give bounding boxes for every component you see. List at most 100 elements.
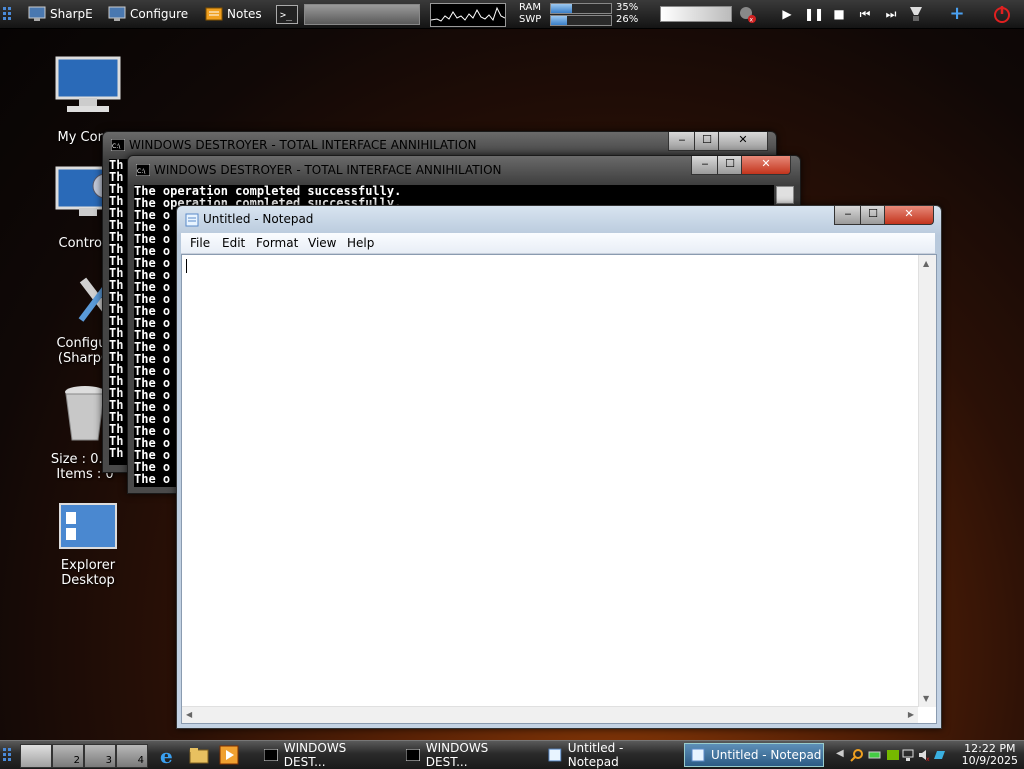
swp-meter: [550, 15, 612, 26]
notepad-window[interactable]: Untitled - Notepad ‒ ☐ ✕ File Edit Forma…: [176, 205, 942, 729]
notepad-app-icon: [691, 748, 705, 762]
console-app-icon: [264, 749, 278, 761]
scroll-down-arrow-icon[interactable]: ▼: [923, 694, 929, 703]
close-button[interactable]: ✕: [741, 156, 791, 175]
menu-help[interactable]: Help: [347, 236, 374, 250]
play-icon: ▶: [782, 7, 792, 21]
start-menu-button[interactable]: [2, 747, 14, 766]
notes-button[interactable]: Notes: [205, 4, 262, 24]
next-button[interactable]: ⏭: [882, 6, 900, 22]
ie-icon: e: [160, 744, 173, 768]
workspace-number: 4: [137, 755, 144, 766]
magnifier-icon[interactable]: [850, 748, 864, 762]
desktop-icon-label: Explorer Desktop: [60, 558, 116, 588]
task-notepad-1[interactable]: Untitled - Notepad: [542, 741, 676, 769]
volume-muted-icon: x: [740, 7, 756, 24]
scroll-right-arrow-icon[interactable]: ▶: [908, 710, 914, 719]
run-command-field[interactable]: [304, 4, 420, 25]
scroll-left-arrow-icon[interactable]: ◀: [186, 710, 192, 719]
console-output: Th Th Th Th Th Th Th Th Th Th Th Th Th Th Th Th Th Th Th Th…: [109, 159, 129, 465]
previous-icon: ⏮: [859, 7, 871, 21]
monitor-icon: [28, 6, 46, 21]
folder-launcher[interactable]: [188, 744, 210, 769]
notepad-app-icon: [185, 213, 199, 227]
clock[interactable]: 12:22 PM 10/9/2025: [962, 743, 1018, 767]
next-icon: ⏭: [885, 7, 897, 21]
task-notepad-2[interactable]: Untitled - Notepad: [684, 743, 824, 767]
volume-button[interactable]: x: [738, 5, 756, 24]
battery-icon[interactable]: [868, 748, 882, 762]
task-label: WINDOWS DEST...: [283, 741, 347, 769]
svg-text:x: x: [926, 756, 930, 762]
power-button[interactable]: [992, 4, 1012, 24]
ram-label: RAM: [519, 2, 542, 13]
media-launcher[interactable]: [218, 744, 240, 769]
add-button[interactable]: +: [948, 3, 966, 24]
taskbar: 1 2 3 4 e WINDOWS DEST... WINDOWS DEST..…: [0, 740, 1024, 769]
media-player-tray-icon: [910, 7, 922, 21]
horizontal-scrollbar[interactable]: ◀ ▶: [182, 706, 918, 723]
scroll-up-arrow-icon[interactable]: ▲: [923, 259, 929, 268]
minimize-button[interactable]: ‒: [834, 206, 862, 225]
workspace-2[interactable]: 2: [52, 744, 84, 768]
workspace-1[interactable]: 1: [20, 744, 52, 768]
menu-file[interactable]: File: [190, 236, 210, 250]
svg-text:e: e: [160, 744, 173, 766]
task-label: WINDOWS DEST...: [425, 741, 489, 769]
window-title: Untitled - Notepad: [203, 212, 314, 226]
network-icon[interactable]: [902, 748, 916, 762]
maximize-button[interactable]: ☐: [694, 132, 720, 151]
desktop-icon-explorer-desktop[interactable]: Explorer Desktop: [33, 502, 143, 588]
maximize-button[interactable]: ☐: [717, 156, 743, 175]
terminal-button[interactable]: >_: [276, 5, 298, 24]
console-app-icon: C:\: [136, 164, 150, 176]
pause-icon: ❚❚: [804, 7, 825, 21]
tray-expand-icon[interactable]: ◀: [836, 748, 844, 759]
monitor-icon: [108, 6, 126, 21]
svg-text:x: x: [750, 17, 754, 24]
task-label: Untitled - Notepad: [567, 741, 624, 769]
clock-date: 10/9/2025: [961, 754, 1018, 767]
task-console-2[interactable]: WINDOWS DEST...: [400, 741, 532, 769]
volume-slider[interactable]: [660, 6, 732, 22]
close-button[interactable]: ✕: [884, 206, 934, 225]
task-console-1[interactable]: WINDOWS DEST...: [258, 741, 390, 769]
workspace-4[interactable]: 4: [116, 744, 148, 768]
sharpe-button[interactable]: SharpE: [28, 4, 93, 24]
maximize-button[interactable]: ☐: [860, 206, 886, 225]
volume-muted-icon[interactable]: x: [918, 748, 932, 762]
ie-launcher[interactable]: e: [158, 744, 180, 769]
media-player-tray-button[interactable]: [906, 4, 926, 24]
console-scroll-up-button[interactable]: [776, 186, 794, 204]
configure-label: Configure: [130, 7, 189, 21]
minimize-button[interactable]: ‒: [691, 156, 719, 175]
vertical-scrollbar[interactable]: ▲ ▼: [918, 255, 936, 707]
configure-button[interactable]: Configure: [108, 4, 188, 24]
nvidia-icon[interactable]: [886, 748, 900, 762]
pause-button[interactable]: ❚❚: [804, 6, 825, 22]
menu-view[interactable]: View: [308, 236, 336, 250]
plus-icon: +: [949, 3, 965, 24]
text-editor-area[interactable]: ▲ ▼ ◀ ▶: [181, 254, 937, 724]
top-panel: SharpE Configure Notes >_ RAM SWP 35% 26…: [0, 0, 1024, 29]
explorer-desktop-icon: [59, 503, 117, 549]
close-button[interactable]: ✕: [718, 132, 768, 151]
power-icon: [994, 6, 1010, 23]
sharpe-menu-button[interactable]: [2, 4, 20, 24]
stop-button[interactable]: ■: [830, 6, 848, 22]
minimize-button[interactable]: ‒: [668, 132, 696, 151]
menu-bar: File Edit Format View Help: [181, 233, 935, 254]
cpu-graph-icon: [430, 6, 506, 22]
play-button[interactable]: ▶: [778, 6, 796, 22]
workspace-3[interactable]: 3: [84, 744, 116, 768]
window-title: WINDOWS DESTROYER - TOTAL INTERFACE ANNI…: [129, 138, 477, 152]
console-app-icon: [406, 749, 420, 761]
bluetooth-icon[interactable]: [934, 748, 948, 762]
swp-percent: 26%: [616, 14, 639, 25]
stop-icon: ■: [833, 7, 845, 21]
previous-button[interactable]: ⏮: [856, 6, 874, 22]
menu-edit[interactable]: Edit: [222, 236, 245, 250]
workspace-number: 3: [105, 755, 112, 766]
sharpe-logo-icon: [3, 748, 11, 761]
menu-format[interactable]: Format: [256, 236, 298, 250]
